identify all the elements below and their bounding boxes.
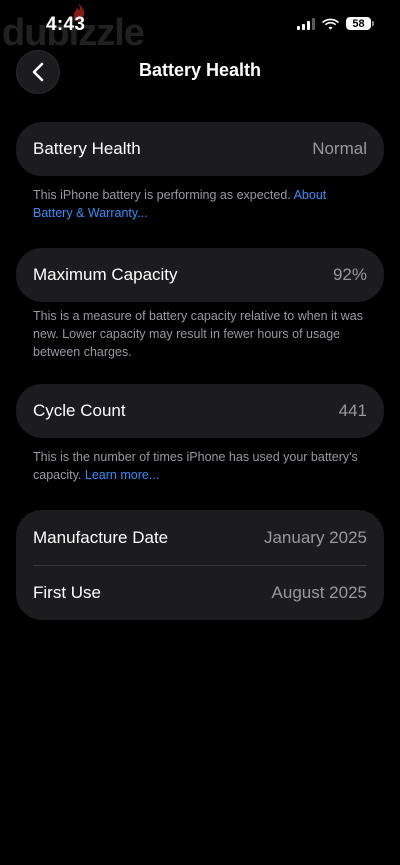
cycle-count-row: Cycle Count 441 xyxy=(16,384,384,438)
first-use-label: First Use xyxy=(33,583,101,602)
cycle-count-value: 441 xyxy=(338,401,367,420)
battery-health-footnote-text: This iPhone battery is performing as exp… xyxy=(33,188,291,202)
status-icons: 58 xyxy=(297,17,374,30)
maximum-capacity-label: Maximum Capacity xyxy=(33,265,178,284)
battery-health-card: Battery Health Normal xyxy=(16,122,384,176)
maximum-capacity-value: 92% xyxy=(332,265,367,284)
first-use-value: August 2025 xyxy=(271,583,367,602)
page-title: Battery Health xyxy=(138,60,262,80)
maximum-capacity-card: Maximum Capacity 92% xyxy=(16,248,384,302)
cellular-signal-icon xyxy=(297,17,315,30)
cycle-count-card: Cycle Count 441 xyxy=(16,384,384,438)
manufacture-date-label: Manufacture Date xyxy=(33,527,169,547)
cycle-count-footnote: This is the number of times iPhone has u… xyxy=(33,448,363,484)
battery-health-label: Battery Health xyxy=(33,139,141,158)
first-use-row: First Use August 2025 xyxy=(16,566,384,620)
battery-health-footnote: This iPhone battery is performing as exp… xyxy=(33,186,363,222)
battery-level: 58 xyxy=(346,17,371,30)
maximum-capacity-footnote: This is a measure of battery capacity re… xyxy=(33,309,364,359)
status-time: 4:43 xyxy=(46,14,86,35)
dates-card: Manufacture Date January 2025 First Use … xyxy=(16,510,384,620)
cycle-count-label: Cycle Count xyxy=(33,401,126,420)
manufacture-date-value: January 2025 xyxy=(263,527,367,547)
manufacture-date-row: Manufacture Date January 2025 xyxy=(16,510,384,565)
status-bar: dubizzle 4:43 58 xyxy=(0,0,400,54)
wifi-icon xyxy=(322,18,339,30)
cycle-count-footnote-text: This is the number of times iPhone has u… xyxy=(33,450,358,482)
maximum-capacity-row: Maximum Capacity 92% xyxy=(16,248,384,302)
battery-health-row: Battery Health Normal xyxy=(16,122,384,176)
battery-health-value: Normal xyxy=(312,139,367,158)
learn-more-link[interactable]: Learn more... xyxy=(85,468,159,482)
battery-icon: 58 xyxy=(346,17,374,30)
